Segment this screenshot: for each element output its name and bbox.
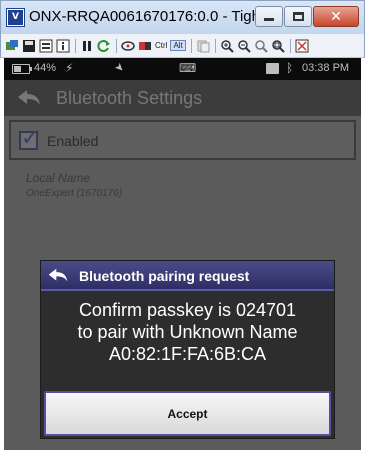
close-button[interactable]: ✕ (313, 6, 359, 27)
action-bar: Bluetooth Settings (4, 80, 361, 116)
zoom-100-icon[interactable] (254, 39, 268, 53)
save-icon[interactable] (22, 39, 36, 53)
bluetooth-enabled-row[interactable]: ✓ Enabled (9, 120, 356, 160)
dialog-message: Confirm passkey is 024701 to pair with U… (41, 299, 334, 365)
minimize-icon (264, 18, 274, 21)
toolbar-separator (214, 38, 216, 53)
window-title-bar: V ONX-RRQA0061670176:0.0 - Tight... ✕ (0, 0, 365, 34)
minimize-button[interactable] (255, 6, 283, 27)
zoom-out-icon[interactable] (237, 39, 251, 53)
close-icon: ✕ (330, 8, 342, 25)
ctrl-key-button[interactable]: Ctrl (155, 41, 167, 50)
dialog-header: Bluetooth pairing request (41, 261, 334, 291)
alt-key-button[interactable]: Alt (170, 40, 186, 51)
toolbar-separator (116, 38, 117, 53)
device-name-line: to pair with Unknown Name (77, 322, 298, 342)
refresh-icon[interactable] (97, 39, 111, 53)
android-screen: 44% ⚡ ➤ ⌨ ᛒ 03:38 PM Bluetooth Settings … (4, 58, 361, 450)
bluetooth-icon: ᛒ (286, 61, 294, 75)
local-name-value: OneExpert (1670176) (26, 188, 123, 199)
battery-percent: 44% (34, 62, 57, 74)
passkey-line: Confirm passkey is 024701 (78, 300, 297, 320)
briefcase-icon (266, 63, 279, 74)
vnc-toolbar: Ctrl Alt (0, 34, 365, 58)
enabled-label: Enabled (47, 133, 99, 149)
status-bar: 44% ⚡ ➤ ⌨ ᛒ 03:38 PM (4, 58, 361, 80)
new-connection-icon[interactable] (5, 39, 19, 53)
page-title: Bluetooth Settings (56, 88, 203, 108)
send-keys-icon[interactable] (138, 39, 152, 53)
status-clock: 03:38 PM (302, 62, 350, 74)
location-arrow-icon: ➤ (111, 59, 128, 76)
pairing-dialog: Bluetooth pairing request Confirm passke… (40, 260, 335, 439)
zoom-in-icon[interactable] (220, 39, 234, 53)
fullscreen-icon[interactable] (295, 39, 309, 53)
battery-icon (12, 64, 32, 74)
toolbar-separator (190, 38, 192, 53)
maximize-button[interactable] (284, 6, 312, 27)
zoom-fit-icon[interactable] (271, 39, 285, 53)
dialog-title: Bluetooth pairing request (79, 268, 250, 284)
ctrl-alt-del-icon[interactable] (121, 39, 135, 53)
checkmark-icon: ✓ (21, 126, 40, 151)
enabled-checkbox[interactable]: ✓ (19, 126, 39, 151)
back-arrow-icon[interactable] (16, 88, 42, 108)
toolbar-separator (75, 38, 76, 53)
keyboard-icon: ⌨ (179, 61, 197, 75)
options-icon[interactable] (39, 39, 53, 53)
accept-button[interactable]: Accept (44, 391, 331, 436)
info-icon[interactable] (56, 39, 70, 53)
toolbar-separator (289, 38, 291, 53)
pause-icon[interactable] (80, 39, 94, 53)
maximize-icon (292, 12, 304, 21)
charging-icon: ⚡ (65, 61, 74, 75)
device-address-line: A0:82:1F:FA:6B:CA (108, 344, 267, 364)
clipboard-icon[interactable] (196, 39, 210, 53)
window-title: ONX-RRQA0061670176:0.0 - Tight... (29, 8, 264, 25)
local-name-label[interactable]: Local Name (26, 171, 90, 185)
vnc-app-icon[interactable]: V (6, 8, 25, 27)
dialog-back-icon[interactable] (47, 267, 69, 284)
